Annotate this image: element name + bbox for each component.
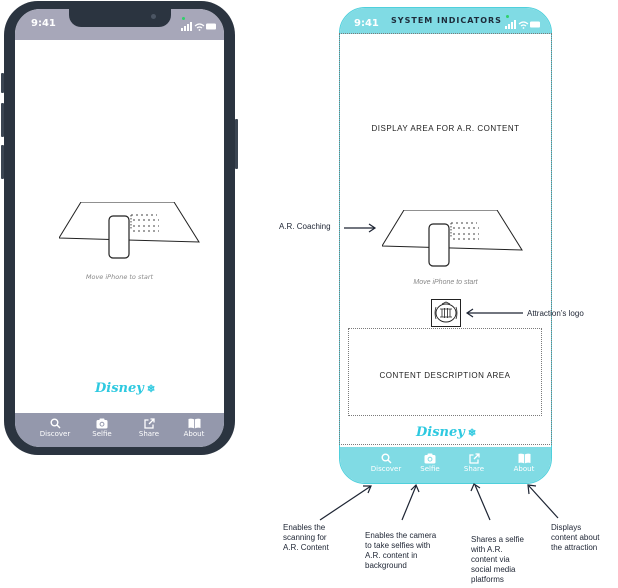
annotation-line: scanning for (283, 533, 327, 542)
tab-label: Selfie (92, 430, 112, 438)
arrow-right-icon (344, 223, 377, 233)
tab-share[interactable]: Share (454, 453, 494, 473)
display-area-label: DISPLAY AREA FOR A.R. CONTENT (371, 124, 520, 133)
content-description-label: CONTENT DESCRIPTION AREA (379, 371, 511, 380)
status-time: 9:41 (31, 18, 56, 29)
status-bar: 9:41 SYSTEM INDICATORS (340, 8, 551, 34)
tab-label: Discover (39, 430, 71, 438)
tab-discover[interactable]: Discover (37, 418, 73, 438)
tab-discover[interactable]: Discover (366, 453, 406, 473)
ar-coaching-illustration (382, 210, 523, 267)
selfie-annotation: Enables the camera to take selfies with … (365, 531, 436, 571)
annotation-line: Displays (551, 523, 582, 532)
book-icon (518, 453, 530, 464)
tab-label: Share (463, 465, 485, 473)
tab-annotation-arrows (319, 483, 559, 521)
power-button (235, 119, 238, 169)
about-annotation: Displays content about the attraction (551, 523, 599, 553)
tab-selfie[interactable]: Selfie (410, 453, 450, 473)
snowflake-icon: ❄ (146, 384, 156, 395)
search-icon (50, 418, 60, 429)
status-icons (505, 20, 540, 29)
tab-bar: Discover Selfie Share About (15, 413, 224, 447)
camera-icon (424, 453, 436, 464)
tab-selfie[interactable]: Selfie (84, 418, 120, 438)
tab-label: Discover (370, 465, 402, 473)
status-icons (181, 22, 216, 31)
annotation-line: to take selfies with (365, 541, 431, 550)
ar-coaching-annotation: A.R. Coaching (279, 222, 331, 231)
tab-label: Share (138, 430, 160, 438)
phone-mockup-left: 9:41 Move iPhone to start Disney ❄ Disco… (1, 1, 238, 455)
annotation-line: platforms (471, 575, 504, 584)
disney-logo: Disney ❄ (95, 381, 155, 396)
disney-logo-text: Disney (95, 381, 144, 396)
attraction-logo-annotation: Attraction’s logo (527, 309, 584, 318)
annotation-line: the attraction (551, 543, 598, 552)
annotation-line: content via (471, 555, 510, 564)
share-annotation: Shares a selfie with A.R. content via so… (471, 535, 524, 585)
camera-icon (96, 418, 108, 429)
notch (69, 9, 171, 27)
annotation-line: Enables the (283, 523, 326, 532)
ar-coaching-illustration (59, 202, 200, 259)
annotation-line: background (365, 561, 407, 570)
tab-about[interactable]: About (176, 418, 212, 438)
annotation-line: with A.R. (471, 545, 503, 554)
tab-share[interactable]: Share (131, 418, 167, 438)
mute-switch (1, 73, 4, 93)
volume-down-button (1, 145, 4, 179)
discover-annotation: Enables the scanning for A.R. Content (283, 523, 329, 553)
volume-up-button (1, 103, 4, 137)
annotation-line: Shares a selfie (471, 535, 524, 544)
annotation-line: A.R. content in (365, 551, 418, 560)
share-icon (468, 453, 480, 464)
phone-screen-left: 9:41 Move iPhone to start Disney ❄ Disco… (15, 9, 224, 447)
book-icon (188, 418, 200, 429)
tab-label: About (513, 465, 535, 473)
move-iphone-hint: Move iPhone to start (413, 279, 478, 286)
search-icon (381, 453, 391, 464)
tab-about[interactable]: About (504, 453, 544, 473)
share-icon (143, 418, 155, 429)
front-camera (151, 14, 156, 19)
annotation-line: A.R. Content (283, 543, 329, 552)
camera-indicator-dot (506, 15, 509, 18)
annotation-line: content about (551, 533, 600, 542)
tab-bar: Discover Selfie Share About (340, 447, 551, 483)
annotation-line: social media (471, 565, 516, 574)
annotation-line: Enables the camera (365, 531, 437, 540)
attraction-logo-icon (431, 299, 461, 327)
arrow-left-icon (465, 308, 523, 318)
tab-label: Selfie (420, 465, 440, 473)
move-iphone-hint: Move iPhone to start (85, 273, 154, 281)
tab-label: About (183, 430, 205, 438)
camera-indicator-dot (182, 17, 185, 20)
